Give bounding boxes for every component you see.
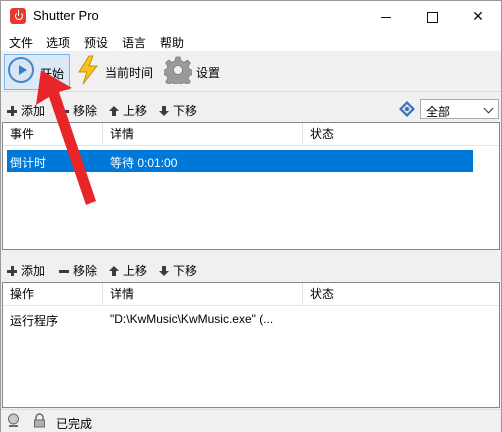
play-icon xyxy=(8,57,34,83)
actions-move-down-button[interactable]: 下移 xyxy=(159,262,197,279)
events-move-up-button[interactable]: 上移 xyxy=(109,102,147,119)
menu-file[interactable]: 文件 xyxy=(9,34,33,51)
start-label: 开始 xyxy=(40,67,65,81)
minus-icon xyxy=(59,266,69,276)
actions-move-up-button[interactable]: 上移 xyxy=(109,262,147,279)
minimize-button[interactable] xyxy=(363,1,409,31)
actions-add-button[interactable]: 添加 xyxy=(7,262,45,279)
filter-diamond-icon xyxy=(399,101,415,117)
events-move-up-label: 上移 xyxy=(123,104,148,118)
event-cell: 倒计时 xyxy=(10,156,47,170)
maximize-icon xyxy=(426,11,438,23)
lightning-icon xyxy=(78,55,99,85)
actions-remove-label: 移除 xyxy=(73,264,98,278)
status-bar: 已完成 xyxy=(1,409,501,432)
app-window: Shutter Pro ✕ 文件 选项 预设 语言 帮助 开始 当前时间 设置 … xyxy=(0,0,502,432)
column-header-detail[interactable]: 详情 xyxy=(103,283,303,305)
menu-help[interactable]: 帮助 xyxy=(160,34,184,51)
arrow-up-icon xyxy=(109,106,119,116)
action-cell: 运行程序 xyxy=(10,314,59,328)
column-header-detail[interactable]: 详情 xyxy=(103,123,303,145)
events-remove-button[interactable]: 移除 xyxy=(59,102,97,119)
current-time-button[interactable]: 当前时间 xyxy=(74,54,158,88)
maximize-button[interactable] xyxy=(409,1,455,31)
menu-presets[interactable]: 预设 xyxy=(84,34,108,51)
lock-icon xyxy=(34,413,45,428)
title-bar: Shutter Pro ✕ xyxy=(1,1,501,31)
event-filter-dropdown[interactable]: 全部 xyxy=(420,99,499,119)
actions-remove-button[interactable]: 移除 xyxy=(59,262,97,279)
chevron-down-icon xyxy=(483,103,494,114)
status-text: 已完成 xyxy=(56,417,93,431)
current-time-label: 当前时间 xyxy=(105,66,154,80)
actions-table[interactable]: 操作 详情 状态 运行程序 "D:\KwMusic\KwMusic.exe" (… xyxy=(2,282,500,408)
events-move-down-button[interactable]: 下移 xyxy=(159,102,197,119)
arrow-down-icon xyxy=(159,106,169,116)
arrow-down-icon xyxy=(159,266,169,276)
events-add-button[interactable]: 添加 xyxy=(7,102,45,119)
menu-bar: 文件 选项 预设 语言 帮助 xyxy=(1,31,501,51)
actions-toolbar: 添加 移除 上移 下移 xyxy=(1,256,501,282)
events-add-label: 添加 xyxy=(21,104,46,118)
actions-move-down-label: 下移 xyxy=(173,264,198,278)
gear-icon xyxy=(164,56,192,84)
actions-move-up-label: 上移 xyxy=(123,264,148,278)
table-row[interactable]: 运行程序 "D:\KwMusic\KwMusic.exe" (... xyxy=(7,308,487,330)
app-power-icon xyxy=(10,8,26,24)
events-table[interactable]: 事件 详情 状态 倒计时 等待 0:01:00 xyxy=(2,122,500,250)
events-move-down-label: 下移 xyxy=(173,104,198,118)
events-toolbar: 添加 移除 上移 下移 全部 xyxy=(1,96,501,122)
plus-icon xyxy=(7,266,17,276)
menu-language[interactable]: 语言 xyxy=(122,34,146,51)
close-icon: ✕ xyxy=(472,8,484,24)
actions-header-row: 操作 详情 状态 xyxy=(3,283,499,306)
start-button[interactable]: 开始 xyxy=(4,54,70,90)
events-remove-label: 移除 xyxy=(73,104,98,118)
detail-cell: 等待 0:01:00 xyxy=(110,156,178,170)
event-filter-value: 全部 xyxy=(426,105,451,119)
column-header-event[interactable]: 事件 xyxy=(3,123,103,145)
minimize-icon xyxy=(381,16,391,18)
column-header-status[interactable]: 状态 xyxy=(303,283,499,305)
settings-label: 设置 xyxy=(196,66,221,80)
settings-button[interactable]: 设置 xyxy=(162,54,226,88)
arrow-up-icon xyxy=(109,266,119,276)
actions-add-label: 添加 xyxy=(21,264,46,278)
window-title: Shutter Pro xyxy=(33,8,99,23)
events-header-row: 事件 详情 状态 xyxy=(3,123,499,146)
table-row[interactable]: 倒计时 等待 0:01:00 xyxy=(7,150,473,172)
menu-options[interactable]: 选项 xyxy=(46,34,70,51)
column-header-action[interactable]: 操作 xyxy=(3,283,103,305)
minus-icon xyxy=(59,106,69,116)
main-toolbar: 开始 当前时间 设置 xyxy=(1,51,501,92)
close-button[interactable]: ✕ xyxy=(455,1,501,31)
detail-cell: "D:\KwMusic\KwMusic.exe" (... xyxy=(110,312,274,326)
column-header-status[interactable]: 状态 xyxy=(303,123,499,145)
plus-icon xyxy=(7,106,17,116)
globe-icon xyxy=(8,413,19,427)
